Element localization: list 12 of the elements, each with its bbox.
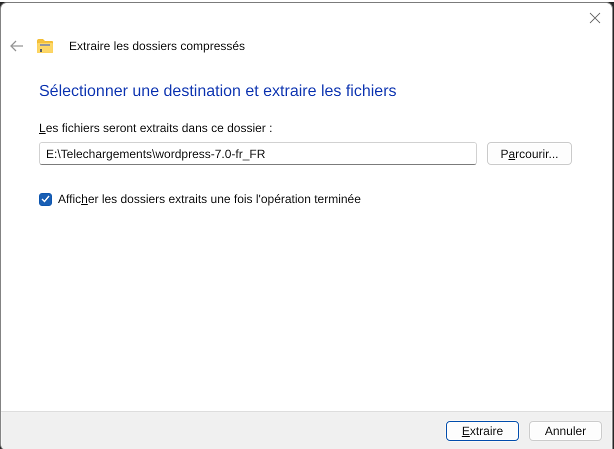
heading: Sélectionner une destination et extraire les fichiers — [39, 83, 397, 101]
browse-button[interactable]: Parcourir... — [487, 142, 572, 165]
zipped-folder-icon — [37, 39, 53, 53]
field-label: Les fichiers seront extraits dans ce dossier : — [39, 121, 272, 135]
extract-button[interactable]: Extraire — [446, 421, 519, 441]
back-arrow-icon[interactable] — [9, 38, 25, 54]
checkbox-label: Afficher les dossiers extraits une fois l'opération terminée — [58, 192, 361, 206]
cancel-button[interactable]: Annuler — [529, 421, 602, 441]
checkbox[interactable] — [39, 192, 52, 206]
destination-field[interactable]: E:\Telechargements\wordpress-7.0-fr_FR — [39, 142, 477, 165]
close-icon[interactable] — [588, 11, 602, 25]
window-title: Extraire les dossiers compressés — [69, 39, 246, 53]
